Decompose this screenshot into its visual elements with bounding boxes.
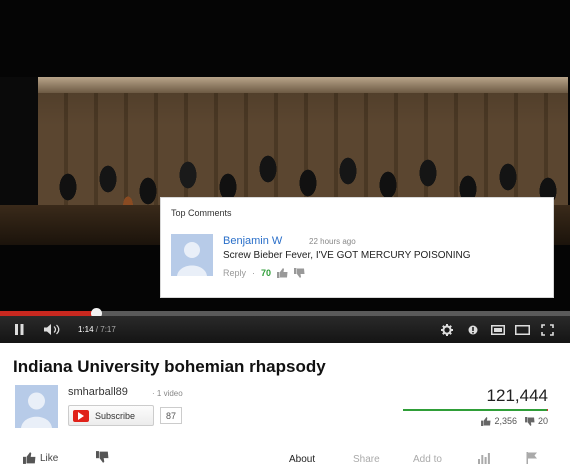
video-title: Indiana University bohemian rhapsody xyxy=(13,357,326,376)
youtube-logo-icon xyxy=(73,409,89,422)
thumbs-up-icon[interactable] xyxy=(277,268,288,278)
dislike-button[interactable] xyxy=(96,451,109,466)
thumbs-up-icon xyxy=(481,416,491,426)
comment-author[interactable]: Benjamin W xyxy=(223,235,282,247)
settings-gear-icon[interactable] xyxy=(441,324,453,336)
dislike-count: 20 xyxy=(537,416,548,426)
thumbs-down-icon[interactable] xyxy=(294,268,305,278)
channel-video-count: · 1 video xyxy=(152,389,183,398)
player-controls: 1:14 / 7:17 xyxy=(0,316,570,343)
comment-actions: Reply · 70 xyxy=(223,268,305,278)
like-count: 2,356 xyxy=(494,416,517,426)
time-display: 1:14 / 7:17 xyxy=(78,325,116,334)
comment-like-count: 70 xyxy=(261,268,272,278)
annotations-icon[interactable] xyxy=(468,325,478,335)
small-player-icon[interactable] xyxy=(491,325,505,335)
rating-counts: 2,356 20 xyxy=(481,416,548,426)
tab-about[interactable]: About xyxy=(289,454,315,465)
like-label: Like xyxy=(40,452,59,464)
tab-share[interactable]: Share xyxy=(353,454,380,465)
tab-add-to[interactable]: Add to xyxy=(413,454,442,465)
thumbs-down-icon xyxy=(96,451,109,463)
flag-icon[interactable] xyxy=(526,452,538,464)
channel-avatar[interactable] xyxy=(15,385,58,428)
comment-age: 22 hours ago xyxy=(309,237,356,246)
thumbs-up-icon xyxy=(23,452,36,464)
duration: 7:17 xyxy=(100,325,116,334)
view-count: 121,444 xyxy=(486,386,548,405)
current-time: 1:14 xyxy=(78,325,94,334)
comment-text: Screw Bieber Fever, I'VE GOT MERCURY POI… xyxy=(223,250,471,261)
commenter-avatar[interactable] xyxy=(171,234,213,276)
channel-name[interactable]: smharball89 xyxy=(68,386,128,398)
subscribe-label: Subscribe xyxy=(95,410,136,421)
video-player[interactable]: Top Comments Benjamin W 22 hours ago Scr… xyxy=(0,0,570,343)
top-comments-header: Top Comments xyxy=(171,208,232,218)
top-comment-overlay: Top Comments Benjamin W 22 hours ago Scr… xyxy=(160,197,554,298)
separator-dot: · xyxy=(252,268,256,278)
stats-icon[interactable] xyxy=(478,453,490,464)
like-ratio-bar xyxy=(403,409,548,411)
subscriber-count: 87 xyxy=(160,407,183,424)
volume-icon[interactable] xyxy=(44,324,64,335)
like-ratio-fill xyxy=(403,409,547,411)
thumbs-down-icon xyxy=(525,416,535,426)
fullscreen-icon[interactable] xyxy=(541,324,554,336)
default-avatar-icon xyxy=(15,385,58,428)
large-player-icon[interactable] xyxy=(515,325,530,335)
video-frame[interactable]: Top Comments Benjamin W 22 hours ago Scr… xyxy=(0,0,570,316)
play-pause-icon[interactable] xyxy=(14,324,25,335)
subscribe-button[interactable]: Subscribe xyxy=(68,405,154,426)
like-button[interactable]: Like xyxy=(23,452,58,464)
reply-link[interactable]: Reply xyxy=(223,268,246,278)
default-avatar-icon xyxy=(171,234,213,276)
